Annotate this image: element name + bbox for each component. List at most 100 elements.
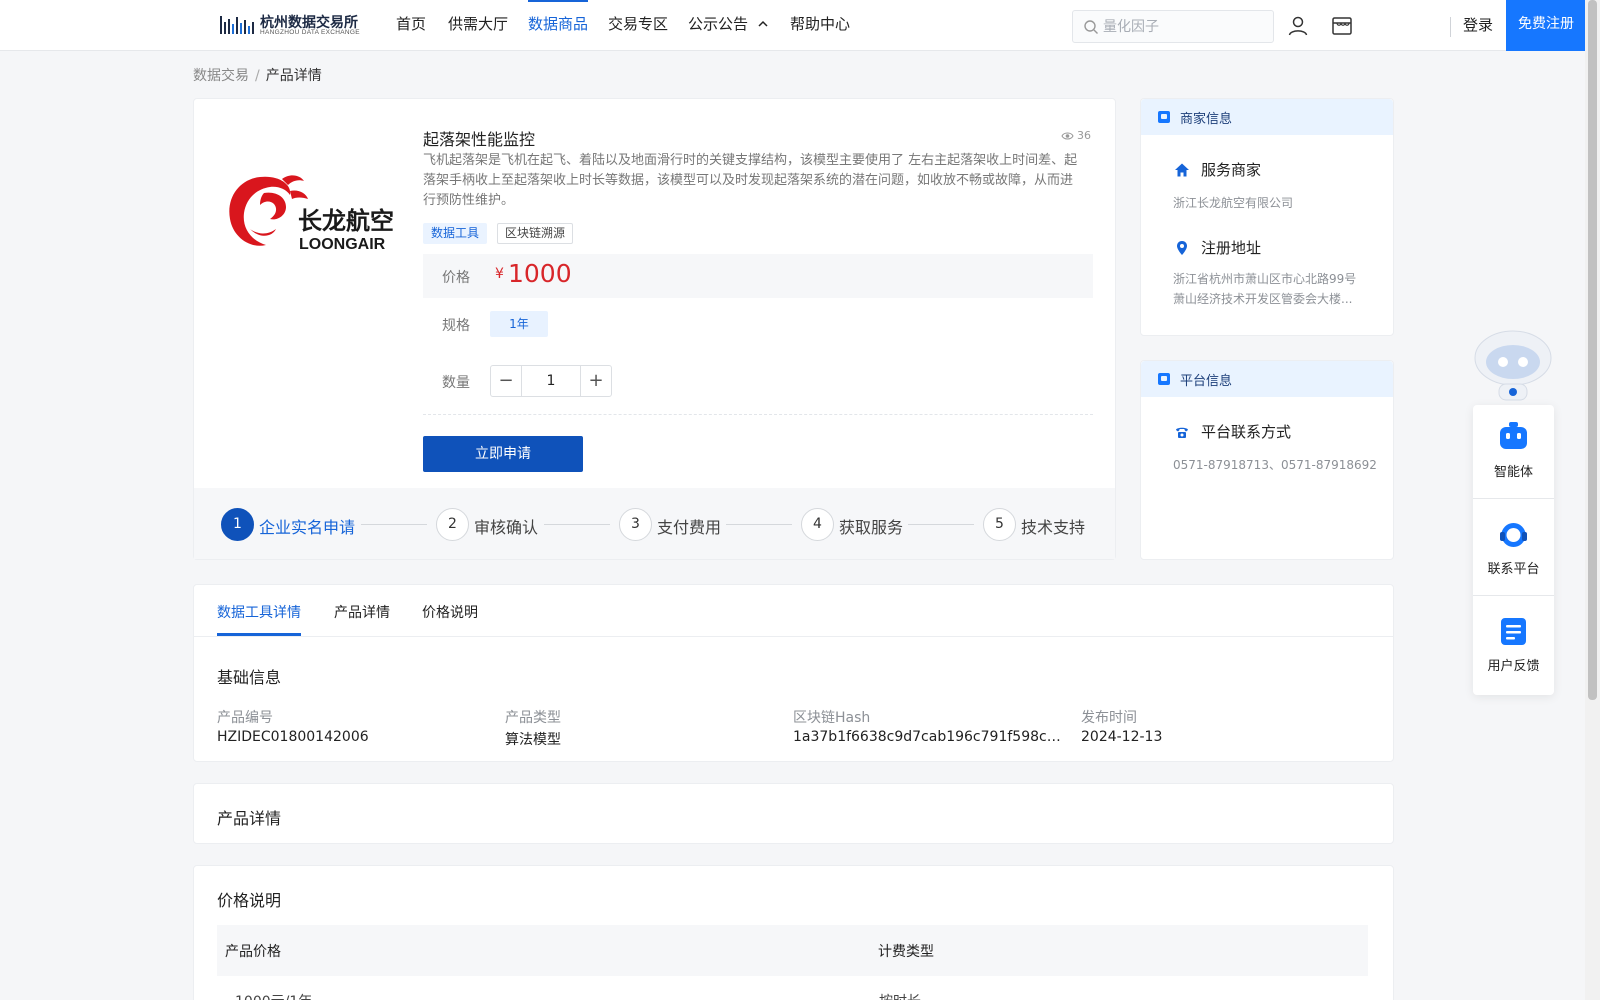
page-scrollbar[interactable]	[1585, 0, 1600, 1000]
headset-icon	[1500, 523, 1527, 547]
merchant-logo: 长龙航空 LOONGAIR	[229, 175, 394, 253]
contact-platform-entry[interactable]: 联系平台	[1473, 502, 1554, 598]
product-type-value: 算法模型	[505, 732, 561, 748]
merchant-info-header: 商家信息	[1141, 99, 1393, 135]
merchant-info-card: 商家信息 服务商家 浙江长龙航空有限公司 注册地址 浙江省杭州市萧山区市心北路9…	[1140, 98, 1394, 336]
home-icon	[1175, 163, 1189, 177]
step-connector	[908, 524, 974, 525]
chevron-up-icon	[758, 20, 768, 27]
service-merchant-title: 服务商家	[1201, 161, 1262, 179]
step-1-number: 1	[221, 508, 254, 541]
step-3-number: 3	[619, 508, 652, 541]
merchant-logo-en: LOONGAIR	[299, 236, 386, 253]
user-feedback-entry[interactable]: 用户反馈	[1473, 599, 1554, 695]
search-box[interactable]	[1072, 10, 1274, 43]
step-1-label: 企业实名申请	[259, 518, 356, 537]
step-3-label: 支付费用	[657, 518, 722, 537]
price-value: 1000	[508, 259, 572, 288]
currency-symbol: ¥	[495, 266, 504, 282]
site-logo[interactable]: 杭州数据交易所 HANGZHOU DATA EXCHANGE	[220, 10, 360, 40]
eye-icon	[1061, 132, 1074, 140]
nav-data-products[interactable]: 数据商品	[528, 0, 589, 51]
product-description: 飞机起落架是飞机在起飞、着陆以及地面滑行时的关键支撑结构，该模型主要使用了 左右…	[423, 153, 1078, 208]
decrease-quantity-button[interactable]: −	[491, 366, 522, 396]
process-steps: 1 企业实名申请 2 审核确认 3 支付费用 4 获取服务 5 技术支持	[194, 488, 1115, 559]
quantity-value[interactable]: 1	[522, 366, 580, 396]
product-detail-section: 产品详情	[193, 783, 1394, 844]
billing-type-column-header: 计费类型	[878, 944, 934, 960]
user-icon[interactable]	[1286, 14, 1310, 38]
price-label: 价格	[442, 270, 470, 286]
product-detail-title: 产品详情	[217, 809, 282, 828]
product-id-label: 产品编号	[217, 710, 273, 726]
step-2-label: 审核确认	[474, 518, 539, 537]
tabs-divider	[194, 636, 1393, 637]
floating-service-panel: 智能体 联系平台 用户反馈	[1473, 405, 1554, 695]
breadcrumb-root[interactable]: 数据交易	[193, 68, 249, 84]
price-box: 价格 ¥ 1000	[423, 254, 1093, 298]
price-description-title: 价格说明	[217, 891, 282, 910]
tab-product-details[interactable]: 产品详情	[334, 602, 390, 622]
quantity-label: 数量	[442, 375, 470, 391]
price-column-header: 产品价格	[225, 944, 281, 960]
nav-help-center[interactable]: 帮助中心	[790, 0, 850, 51]
ai-agent-entry[interactable]: 智能体	[1473, 405, 1554, 501]
detail-tabs-card: 数据工具详情 产品详情 价格说明 基础信息 产品编号 HZIDEC0180014…	[193, 584, 1394, 762]
merchant-logo-cn: 长龙航空	[298, 207, 394, 235]
blockchain-hash-value: 1a37b1f6638c9d7cab196c791f598cd4a02...	[793, 729, 1069, 745]
merchant-info-icon	[1158, 111, 1170, 123]
dashed-divider	[423, 414, 1093, 415]
price-description-section: 价格说明 产品价格 计费类型 1000元/1年 按时长	[193, 865, 1394, 1000]
merchant-info-title: 商家信息	[1180, 112, 1233, 127]
platform-info-header: 平台信息	[1141, 361, 1393, 397]
nav-trading-zone[interactable]: 交易专区	[608, 0, 668, 51]
scrollbar-thumb[interactable]	[1588, 0, 1597, 700]
panel-divider	[1473, 595, 1554, 596]
ai-agent-icon	[1500, 422, 1527, 449]
registered-address-line1: 浙江省杭州市萧山区市心北路99号	[1173, 272, 1357, 286]
registered-address-line2: 萧山经济技术开发区管委会大楼...	[1173, 292, 1353, 306]
publish-date-label: 发布时间	[1081, 710, 1137, 726]
step-connector	[726, 524, 792, 525]
login-link[interactable]: 登录	[1463, 0, 1493, 51]
nav-supply-demand[interactable]: 供需大厅	[448, 0, 508, 51]
tag-data-tool: 数据工具	[423, 223, 488, 244]
price-cell: 1000元/1年	[235, 991, 312, 1000]
step-4-number: 4	[801, 508, 834, 541]
spec-option[interactable]: 1年	[490, 311, 548, 337]
search-input[interactable]	[1103, 15, 1263, 39]
logo-text-en: HANGZHOU DATA EXCHANGE	[260, 29, 360, 36]
product-id-value: HZIDEC01800142006	[217, 729, 369, 745]
spec-label: 规格	[442, 318, 470, 334]
header-divider	[1450, 17, 1451, 37]
publish-date-value: 2024-12-13	[1081, 729, 1163, 745]
apply-now-button[interactable]: 立即申请	[423, 436, 583, 472]
platform-info-icon	[1158, 373, 1170, 385]
tab-data-tool-details[interactable]: 数据工具详情	[217, 602, 301, 622]
nav-announcements[interactable]: 公示公告	[688, 0, 769, 51]
top-navbar: 杭州数据交易所 HANGZHOU DATA EXCHANGE 首页 供需大厅 数…	[0, 0, 1586, 51]
step-5-number: 5	[983, 508, 1016, 541]
price-table-header: 产品价格 计费类型	[217, 925, 1368, 976]
search-icon	[1084, 20, 1098, 34]
basic-info-title: 基础信息	[217, 668, 282, 687]
product-title: 起落架性能监控	[423, 130, 536, 149]
increase-quantity-button[interactable]: +	[580, 366, 611, 396]
register-button[interactable]: 免费注册	[1506, 0, 1586, 51]
panel-divider	[1473, 498, 1554, 499]
ai-agent-label: 智能体	[1493, 465, 1533, 480]
store-icon[interactable]	[1330, 14, 1354, 38]
platform-contact-phones: 0571-87918713、0571-87918692	[1173, 458, 1377, 472]
tab-price-description[interactable]: 价格说明	[422, 602, 478, 622]
breadcrumb: 数据交易 / 产品详情	[193, 65, 322, 85]
platform-info-title: 平台信息	[1180, 374, 1233, 389]
nav-announcements-label: 公示公告	[688, 15, 749, 33]
logo-bars-icon	[220, 16, 254, 34]
robot-mascot-icon[interactable]	[1472, 326, 1554, 404]
nav-home[interactable]: 首页	[396, 0, 426, 51]
view-count-value: 36	[1077, 129, 1091, 142]
breadcrumb-separator: /	[255, 68, 260, 84]
view-count: 36	[1061, 129, 1091, 142]
step-2-number: 2	[436, 508, 469, 541]
breadcrumb-current: 产品详情	[265, 68, 322, 84]
